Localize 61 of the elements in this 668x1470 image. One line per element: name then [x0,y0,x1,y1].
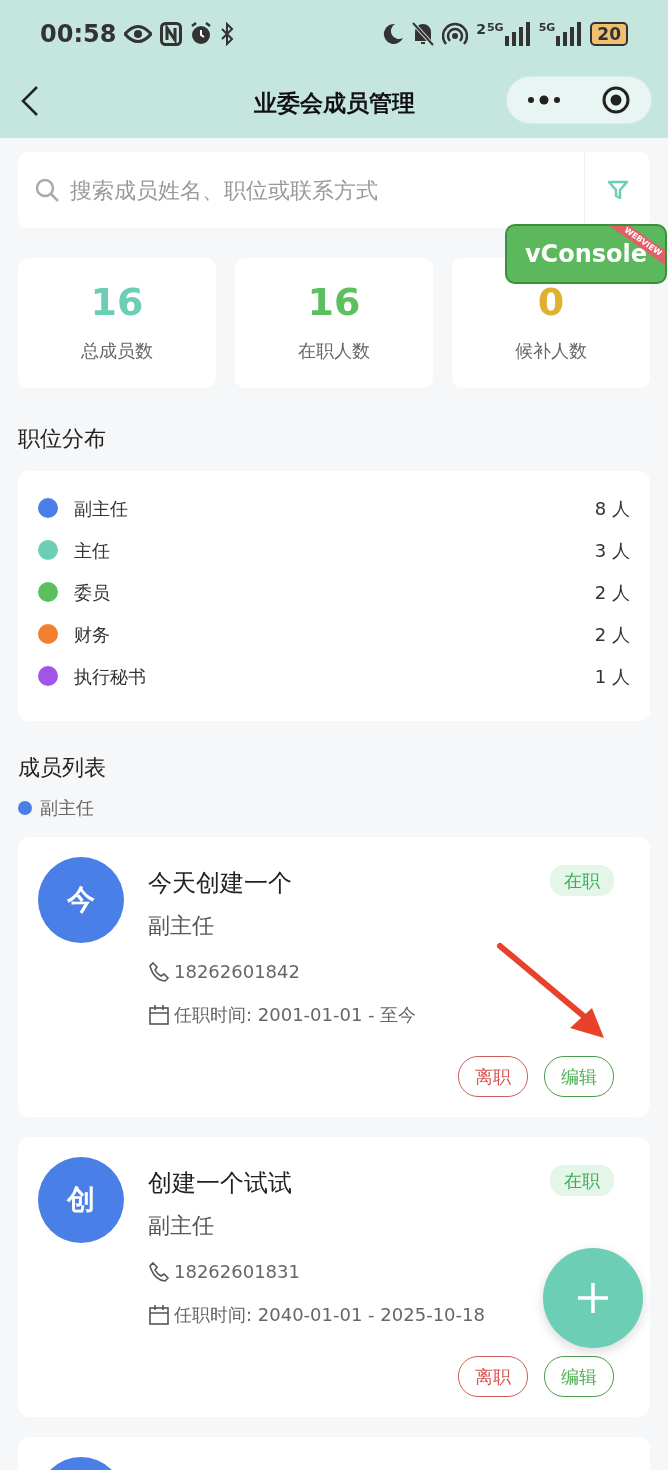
calendar-icon [148,1003,170,1026]
section-title: 职位分布 [18,425,107,453]
status-badge: 在职 [550,865,614,896]
phone-number: 18262601842 [174,960,300,984]
edit-button[interactable]: 编辑 [544,1356,614,1397]
tenure-text: 任职时间: 2040-01-01 - 2025-10-18 [174,1303,485,1327]
position-count: 2 人 [594,580,630,605]
sim-label: 2 [476,22,486,36]
network-label: 5G [486,22,504,33]
group-label: 副主任 [40,796,94,820]
plus-icon [576,1281,610,1315]
signal-icon [504,22,531,46]
position-count: 3 人 [594,538,630,563]
avatar: 创 [38,1157,124,1243]
stat-value: 16 [307,282,361,321]
member-name: 今天创建一个 [148,868,292,899]
phone-icon [148,960,170,983]
stat-label: 总成员数 [81,338,153,363]
nfc-icon [160,22,183,46]
member-role: 副主任 [148,1212,215,1240]
position-name: 财务 [74,622,111,647]
more-icon[interactable] [527,95,561,105]
position-count: 8 人 [594,496,630,521]
search-field[interactable]: 搜索成员姓名、职位或联系方式 [68,172,584,208]
page-title: 业委会成员管理 [253,88,415,118]
edit-button[interactable]: 编辑 [544,1056,614,1097]
search-bar[interactable]: 搜索成员姓名、职位或联系方式 [18,152,650,228]
network-label: 5G [538,22,556,33]
phone-number: 18262601831 [174,1260,300,1284]
stat-label: 在职人数 [298,338,370,363]
bluetooth-icon [220,22,235,46]
position-count: 2 人 [594,622,630,647]
calendar-icon [148,1303,170,1326]
avatar: 今 [38,857,124,943]
search-icon [34,177,60,203]
member-name: 创建一个试试 [148,1168,292,1199]
member-role: 副主任 [148,912,215,940]
phone-icon [148,1260,170,1283]
muted-bell-icon [412,22,435,46]
stat-value: 0 [537,282,565,321]
status-time: 00:58 [40,19,117,50]
signal-icon [556,22,583,46]
back-icon[interactable] [20,85,40,117]
stat-value: 16 [90,282,144,321]
tenure-text: 任职时间: 2001-01-01 - 至今 [174,1003,417,1027]
close-icon[interactable] [601,85,631,115]
position-name: 委员 [74,580,111,605]
position-name: 执行秘书 [74,664,147,689]
eye-icon [124,25,153,43]
stat-label: 候补人数 [515,338,587,363]
resign-button[interactable]: 离职 [458,1056,528,1097]
resign-button[interactable]: 离职 [458,1356,528,1397]
moon-icon [382,23,405,45]
position-name: 主任 [74,538,111,563]
position-count: 1 人 [594,664,630,689]
position-name: 副主任 [74,496,129,521]
section-title: 成员列表 [18,754,107,782]
hotspot-icon [442,22,469,46]
alarm-icon [190,22,213,46]
status-badge: 在职 [550,1165,614,1196]
battery-level: 20 [590,21,628,47]
